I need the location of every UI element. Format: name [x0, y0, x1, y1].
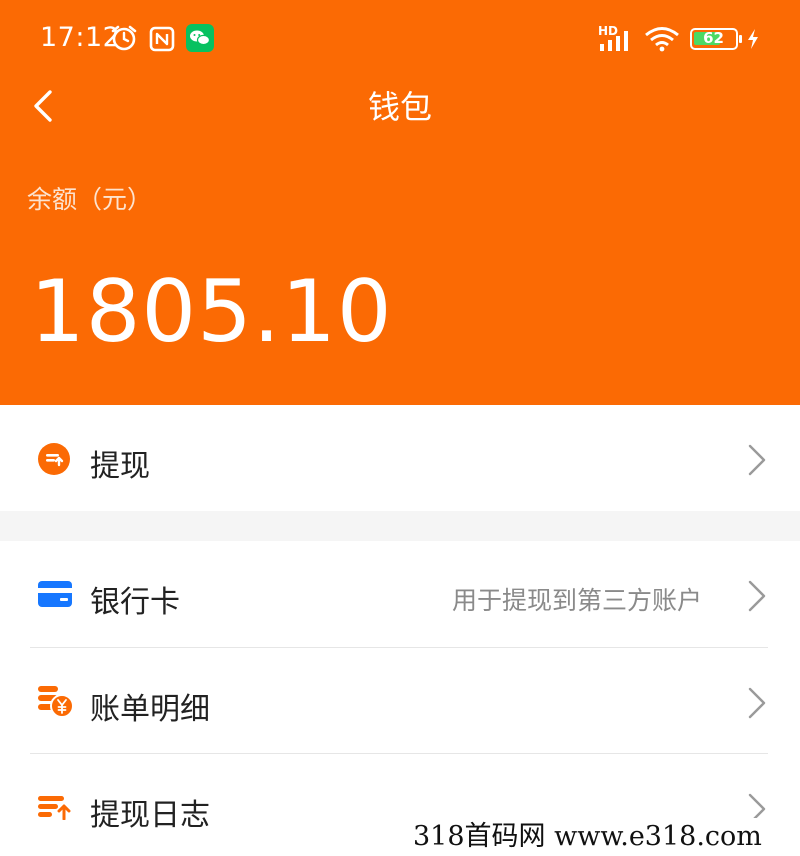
menu-card: 银行卡 用于提现到第三方账户 账单明细 提现日志 [0, 541, 800, 856]
withdraw-log-icon [38, 796, 71, 820]
watermark: 318首码网 www.e318.com [385, 818, 800, 856]
charging-icon [748, 29, 758, 49]
alarm-icon [111, 25, 137, 51]
battery-icon: 62 [690, 28, 742, 50]
status-time: 17:12 [40, 22, 121, 53]
chevron-right-icon [748, 444, 766, 476]
bank-card-icon [38, 581, 72, 607]
menu-item-hint: 用于提现到第三方账户 [451, 586, 702, 615]
withdraw-icon [38, 443, 70, 475]
battery-level: 62 [703, 29, 724, 47]
menu-item-label: 银行卡 [90, 585, 180, 620]
chevron-right-icon [748, 687, 766, 719]
menu-item-label: 提现 [90, 449, 150, 484]
wifi-icon [645, 27, 679, 52]
menu-item-withdraw[interactable]: 提现 [0, 405, 800, 511]
page-title: 钱包 [367, 88, 432, 126]
signal-icon [600, 31, 628, 51]
status-bar: 17:12 HD 62 [0, 0, 800, 76]
coins-yen-icon [38, 686, 74, 718]
menu-item-label: 账单明细 [90, 692, 210, 727]
balance-label: 余额（元） [27, 185, 153, 214]
chevron-right-icon [748, 580, 766, 612]
withdraw-card: 提现 [0, 405, 800, 511]
wechat-icon [186, 24, 214, 52]
menu-item-bill-details[interactable]: 账单明细 [0, 648, 800, 754]
menu-item-bank-card[interactable]: 银行卡 用于提现到第三方账户 [0, 541, 800, 647]
wallet-header: 17:12 HD 62 钱包 余额（元） 1805.10 [0, 0, 800, 405]
balance-amount: 1805.10 [30, 262, 393, 362]
nfc-icon [149, 26, 175, 52]
menu-item-label: 提现日志 [90, 798, 210, 833]
nav-bar: 钱包 [0, 76, 800, 136]
